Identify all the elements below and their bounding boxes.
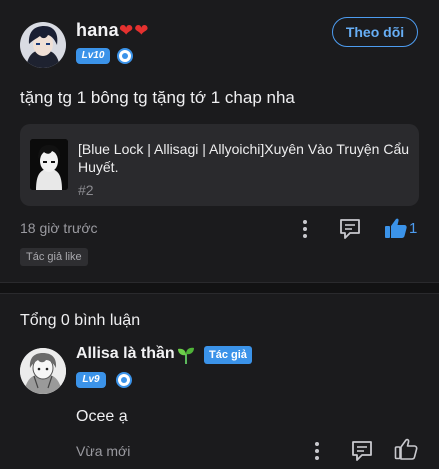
- total-comments-label: Tổng 0 bình luận: [20, 312, 141, 329]
- more-vertical-icon[interactable]: [298, 219, 312, 239]
- comments-page: hana ❤❤ Lv10 Theo dõi tặng tg 1 bông tg …: [0, 0, 439, 469]
- thumbs-up-icon[interactable]: [384, 217, 408, 239]
- reply-level-badge: Lv9: [76, 372, 106, 388]
- author-liked-tag: Tác giả like: [20, 248, 88, 266]
- comment-icon[interactable]: [338, 218, 362, 240]
- more-vertical-icon[interactable]: [310, 441, 324, 461]
- author-name[interactable]: hana: [76, 20, 119, 41]
- comment-icon[interactable]: [350, 440, 374, 462]
- like-count: 1: [409, 220, 418, 237]
- verified-shield-icon: [117, 48, 133, 64]
- reply-author-name[interactable]: Allisa là thần: [76, 345, 175, 363]
- reply-text: Ocee ạ: [76, 408, 128, 425]
- chapter-card[interactable]: [Blue Lock | Allisagi | Allyoichi]Xuyên …: [20, 124, 419, 206]
- sprout-icon: [178, 347, 194, 364]
- chapter-title: [Blue Lock | Allisagi | Allyoichi]Xuyên …: [78, 141, 410, 175]
- chapter-cover-image: [30, 139, 68, 190]
- comment-card: hana ❤❤ Lv10 Theo dõi tặng tg 1 bông tg …: [0, 0, 439, 282]
- reply-timestamp: Vừa mới: [76, 443, 131, 459]
- follow-button[interactable]: Theo dõi: [332, 17, 418, 47]
- level-badge: Lv10: [76, 48, 110, 64]
- chapter-number: #2: [78, 182, 94, 198]
- section-divider: [0, 282, 439, 294]
- thumbs-up-icon[interactable]: [394, 438, 418, 460]
- author-badge: Tác giả: [204, 346, 252, 364]
- verified-shield-icon: [116, 372, 132, 388]
- reply-author-avatar[interactable]: [20, 348, 66, 394]
- heart-emoji-icon: ❤❤: [119, 21, 150, 40]
- comment-timestamp: 18 giờ trước: [20, 220, 98, 236]
- author-avatar[interactable]: [20, 22, 66, 68]
- comment-text: tặng tg 1 bông tg tặng tớ 1 chap nha: [20, 88, 295, 107]
